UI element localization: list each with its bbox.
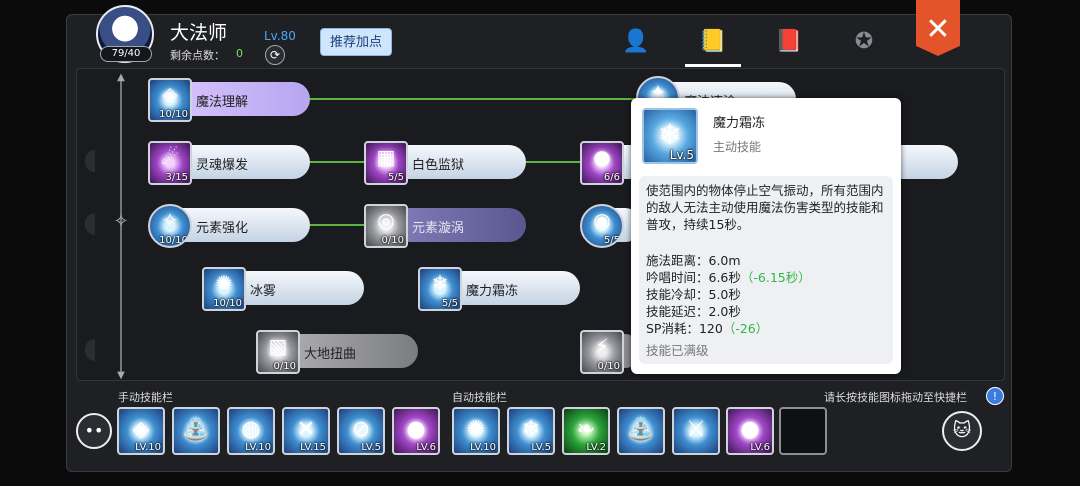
tooltip-description: 使范围内的物体停止空气振动，所有范围内的敌人无法主动使用魔法伤害类型的技能和普攻… — [646, 183, 884, 232]
cat-face-icon[interactable]: 🐱 — [942, 411, 982, 451]
refresh-icon[interactable]: ⟳ — [265, 45, 285, 65]
eye-rune-icon[interactable]: ◉ 5/5 — [580, 204, 624, 248]
book-icon[interactable]: 📕 — [773, 26, 805, 58]
manual-slot[interactable]: ✕ LV.15 — [282, 407, 330, 455]
tooltip-body: 使范围内的物体停止空气振动，所有范围内的敌人无法主动使用魔法伤害类型的技能和普攻… — [639, 176, 893, 364]
manual-slot[interactable]: ● LV.6 — [392, 407, 440, 455]
info-icon[interactable]: ! — [986, 387, 1004, 405]
empty-slot[interactable] — [779, 407, 827, 455]
skill-book-icon[interactable]: 📒 — [697, 26, 729, 58]
skill-connector — [310, 161, 366, 163]
level-label: Lv.80 — [264, 29, 296, 43]
class-name: 大法师 — [170, 22, 228, 44]
skill-name: 魔法理解 — [196, 95, 249, 110]
remaining-points-label: 剩余点数： — [170, 49, 225, 62]
tooltip-type: 主动技能 — [713, 140, 762, 154]
skill-name: 白色监狱 — [412, 158, 465, 173]
auto-slot[interactable]: ● LV.6 — [726, 407, 774, 455]
recommend-button[interactable]: 推荐加点 — [320, 28, 392, 56]
avatar-count: 79/40 — [100, 46, 152, 62]
auto-bar-label: 自动技能栏 — [452, 391, 507, 404]
prism-cage-icon[interactable]: ▦ 5/5 — [364, 141, 408, 185]
skill-name: 灵魂爆发 — [196, 158, 249, 173]
skill-tooltip: ❄ Lv.5 魔力霜冻 主动技能 使范围内的物体停止空气振动，所有范围内的敌人无法… — [631, 98, 901, 374]
skill-name: 元素强化 — [196, 221, 249, 236]
tooltip-title: 魔力霜冻 — [713, 116, 766, 131]
skill-name: 大地扭曲 — [304, 347, 357, 362]
skill-connector — [526, 161, 582, 163]
spine-bottom-icon: ▼ — [117, 370, 125, 381]
purple-orb-icon[interactable]: ● 6/6 — [580, 141, 624, 185]
spine-top-icon: ▲ — [117, 72, 125, 83]
vortex-icon[interactable]: ◎ 0/10 — [364, 204, 408, 248]
manual-slot[interactable]: ⛲ — [172, 407, 220, 455]
tooltip-footer: 技能已满级 — [646, 343, 709, 358]
character-icon[interactable]: 👤 — [620, 26, 652, 58]
skill-name: 元素漩涡 — [412, 221, 465, 236]
skill-name: 冰雾 — [250, 284, 277, 299]
close-x-icon[interactable]: ✕ — [916, 0, 960, 56]
diamond-rune-icon[interactable]: ◈ 10/10 — [148, 78, 192, 122]
manual-slot[interactable]: ◍ LV.10 — [227, 407, 275, 455]
bot-face-icon[interactable]: •• — [76, 413, 112, 449]
snowflake-icon[interactable]: ❄ 5/5 — [418, 267, 462, 311]
soul-burst-icon[interactable]: ☄ 3/15 — [148, 141, 192, 185]
tooltip-stat: SP消耗：120（-26） — [646, 321, 769, 336]
earth-crack-icon[interactable]: ▧ 0/10 — [256, 330, 300, 374]
auto-slot[interactable]: ✺ LV.10 — [452, 407, 500, 455]
skill-connector — [310, 98, 640, 100]
element-star-icon[interactable]: ✧ 10/10 — [148, 204, 192, 248]
skill-connector — [310, 224, 366, 226]
emblem-icon[interactable]: ✪ — [848, 26, 880, 58]
drag-hint: 请长按技能图标拖动至快捷栏 — [824, 391, 967, 404]
manual-slot[interactable]: ⊘ LV.5 — [337, 407, 385, 455]
spine-ornament-icon: ✧ — [113, 211, 129, 232]
auto-slot[interactable]: ⚔ — [672, 407, 720, 455]
active-tab-indicator — [685, 64, 741, 67]
auto-slot[interactable]: ❄ LV.5 — [507, 407, 555, 455]
manual-bar-label: 手动技能栏 — [118, 391, 173, 404]
skill-name: 魔力霜冻 — [466, 284, 519, 299]
remaining-points-value: 0 — [236, 47, 243, 60]
snowflake-icon: ❄ Lv.5 — [642, 108, 698, 164]
auto-slot[interactable]: ❧ LV.2 — [562, 407, 610, 455]
auto-slot[interactable]: ⛲ — [617, 407, 665, 455]
ice-mist-icon[interactable]: ✺ 10/10 — [202, 267, 246, 311]
manual-slot[interactable]: ◈ LV.10 — [117, 407, 165, 455]
lightning-icon[interactable]: ⚡ 0/10 — [580, 330, 624, 374]
